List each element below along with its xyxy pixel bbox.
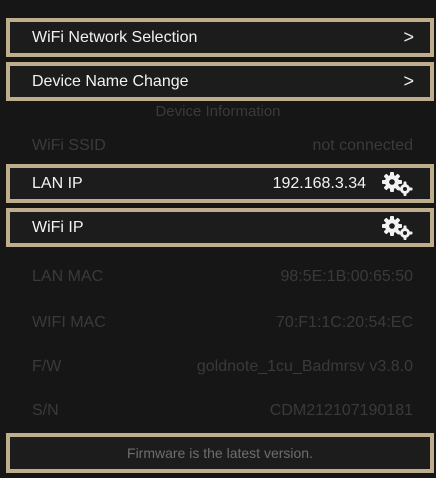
firmware-label: F/W xyxy=(32,357,62,375)
firmware-value: goldnote_1cu_Badmrsv v3.8.0 xyxy=(196,357,413,375)
wifi-mac-label: WIFI MAC xyxy=(32,313,106,331)
lan-ip-label: LAN IP xyxy=(32,174,83,192)
chevron-right-icon: > xyxy=(403,27,414,47)
serial-number-row: S/N CDM212107190181 xyxy=(12,394,429,427)
wifi-ip-row: WiFi IP xyxy=(6,208,434,247)
gears-icon[interactable] xyxy=(380,215,414,240)
device-name-change-label: Device Name Change xyxy=(32,72,189,90)
wifi-mac-row: WIFI MAC 70:F1:1C:20:54:EC xyxy=(12,306,429,339)
lan-mac-row: LAN MAC 98:5E:1B:00:65:50 xyxy=(12,260,429,293)
lan-ip-value: 192.168.3.34 xyxy=(272,174,366,192)
wifi-network-selection-label: WiFi Network Selection xyxy=(32,28,198,46)
device-name-change-button[interactable]: Device Name Change > xyxy=(6,62,434,101)
lan-mac-value: 98:5E:1B:00:65:50 xyxy=(280,267,413,285)
chevron-right-icon: > xyxy=(403,71,414,91)
wifi-ssid-value: not connected xyxy=(312,136,413,154)
wifi-network-selection-button[interactable]: WiFi Network Selection > xyxy=(6,18,434,57)
device-settings-panel: WiFi Network Selection > Device Name Cha… xyxy=(0,0,436,478)
wifi-ip-label: WiFi IP xyxy=(32,218,84,236)
section-title: Device Information xyxy=(155,103,281,120)
wifi-mac-value: 70:F1:1C:20:54:EC xyxy=(276,313,413,331)
lan-mac-label: LAN MAC xyxy=(32,267,104,285)
wifi-ssid-row: WiFi SSID not connected xyxy=(12,129,429,162)
lan-ip-row: LAN IP 192.168.3.34 xyxy=(6,164,434,203)
serial-number-label: S/N xyxy=(32,401,59,419)
firmware-status-banner: Firmware is the latest version. xyxy=(6,433,434,473)
firmware-row: F/W goldnote_1cu_Badmrsv v3.8.0 xyxy=(12,350,429,383)
gears-icon[interactable] xyxy=(380,171,414,196)
serial-number-value: CDM212107190181 xyxy=(269,401,413,419)
wifi-ssid-label: WiFi SSID xyxy=(32,136,106,154)
